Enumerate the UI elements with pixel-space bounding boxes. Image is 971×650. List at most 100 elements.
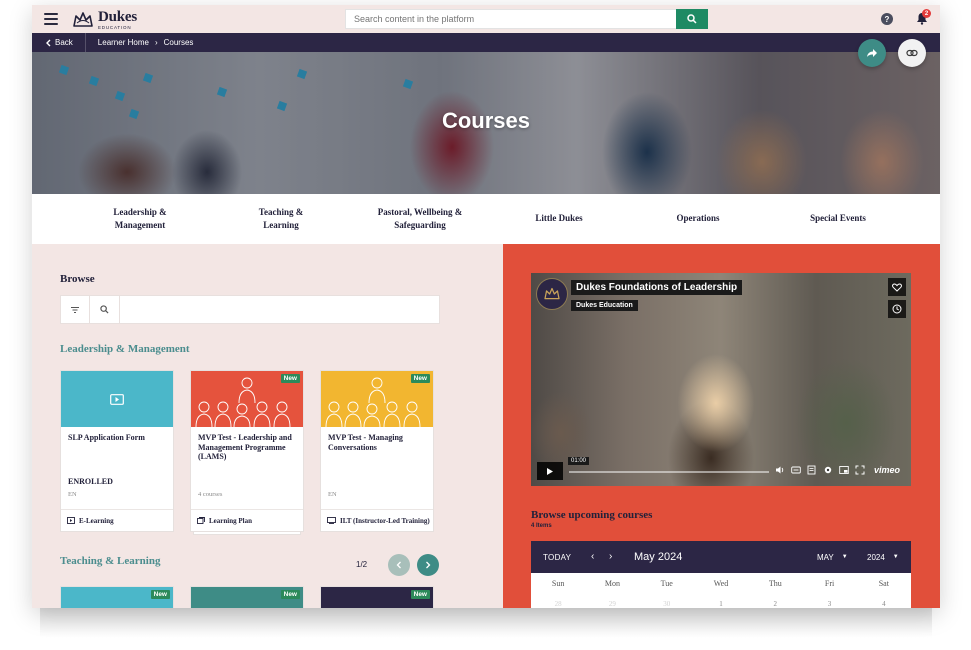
calendar-date[interactable]: 3 (802, 600, 856, 608)
player-toolbar: vimeo (775, 465, 900, 475)
category-special-events[interactable]: Special Events (798, 194, 878, 244)
prev-month-icon[interactable]: ‹ (591, 551, 594, 562)
breadcrumb-divider (84, 33, 86, 52)
calendar-date[interactable]: 2 (748, 600, 802, 608)
heart-icon (892, 282, 902, 292)
video-play-icon (110, 393, 124, 405)
calendar-week-row: 28 29 30 1 2 3 4 (531, 593, 911, 608)
breadcrumb-courses[interactable]: Courses (164, 38, 194, 47)
caret-down-icon: ▼ (892, 554, 899, 560)
card-thumbnail: New (191, 371, 303, 427)
fullscreen-icon[interactable] (855, 465, 865, 475)
settings-gear-icon[interactable] (823, 465, 833, 475)
hero-photo-detail (88, 75, 100, 87)
calendar-month-label: May 2024 (634, 551, 683, 563)
channel-avatar[interactable] (536, 278, 568, 310)
card-type-label: ILT (Instructor-Led Training) (340, 516, 430, 525)
volume-icon[interactable] (775, 465, 785, 475)
hero-photo-detail (114, 90, 126, 102)
course-card-teaching-1[interactable]: New (60, 586, 174, 608)
video-progress-bar[interactable] (569, 471, 769, 473)
captions-icon[interactable] (791, 465, 801, 475)
calendar-weekdays: Sun Mon Tue Wed Thu Fri Sat (531, 573, 911, 593)
new-badge: New (280, 590, 300, 599)
card-title: MVP Test - Leadership and Management Pro… (198, 433, 292, 462)
back-button[interactable]: Back (45, 38, 73, 47)
hero-photo-detail (296, 68, 308, 80)
share-button[interactable] (858, 39, 886, 67)
chevron-right-icon (426, 561, 431, 569)
category-leadership-management[interactable]: Leadership & Management (104, 194, 176, 244)
breadcrumb: Back Learner Home › Courses (32, 33, 940, 52)
copy-link-button[interactable] (898, 39, 926, 67)
clock-icon (892, 304, 902, 314)
chevron-left-icon (396, 561, 401, 569)
calendar-date[interactable]: 29 (585, 600, 639, 608)
search-button[interactable] (676, 9, 708, 29)
play-icon (547, 467, 553, 475)
video-player[interactable]: Dukes Foundations of Leadership Dukes Ed… (531, 273, 911, 486)
category-pastoral-wellbeing[interactable]: Pastoral, Wellbeing & Safeguarding (377, 194, 463, 244)
filter-icon (71, 306, 79, 313)
card-type: ILT (Instructor-Led Training) (321, 509, 433, 531)
browse-search-input[interactable] (120, 296, 439, 323)
play-button[interactable] (537, 462, 563, 480)
category-little-dukes[interactable]: Little Dukes (527, 194, 591, 244)
dukes-logo[interactable]: Dukes EDUCATION (72, 8, 138, 30)
category-teaching-learning[interactable]: Teaching & Learning (250, 194, 312, 244)
weekday-label: Mon (604, 578, 620, 588)
help-icon[interactable]: ? (881, 13, 893, 25)
carousel-prev-button[interactable] (388, 554, 410, 576)
browse-search-button[interactable] (90, 296, 120, 323)
video-time: 01:00 (568, 457, 590, 465)
course-card-lams[interactable]: New MVP Test - Leadership and Management… (190, 370, 304, 532)
app-window: Dukes EDUCATION ? 2 Back Learner Home › … (32, 5, 940, 608)
video-title[interactable]: Dukes Foundations of Leadership (571, 280, 743, 295)
logo-name: Dukes (98, 8, 138, 25)
new-badge: New (410, 590, 430, 599)
page-shadow (40, 608, 932, 638)
breadcrumb-learner-home[interactable]: Learner Home (98, 38, 149, 47)
weekday-label: Sun (551, 578, 565, 588)
search-icon (100, 305, 109, 314)
watch-later-button[interactable] (888, 300, 906, 318)
card-language: EN (328, 491, 337, 498)
calendar-date[interactable]: 30 (640, 600, 694, 608)
transcript-icon[interactable] (807, 465, 817, 475)
video-channel[interactable]: Dukes Education (571, 300, 638, 311)
card-language: EN (68, 491, 77, 498)
card-status (191, 477, 303, 491)
course-card-teaching-3[interactable]: New (320, 586, 434, 608)
browse-title: Browse (60, 273, 95, 285)
like-button[interactable] (888, 278, 906, 296)
today-button[interactable]: TODAY (543, 553, 571, 562)
calendar-date[interactable]: 4 (857, 600, 911, 608)
year-select[interactable]: 2024 ▼ (867, 553, 899, 562)
top-header: Dukes EDUCATION ? 2 (32, 5, 940, 33)
section-title-teaching: Teaching & Learning (60, 555, 161, 567)
calendar-date[interactable]: 1 (694, 600, 748, 608)
page-title: Courses (441, 108, 531, 133)
section-title-leadership: Leadership & Management (60, 343, 190, 355)
course-card-teaching-2[interactable]: New (190, 586, 304, 608)
hero-banner: Courses (32, 52, 940, 194)
vimeo-logo[interactable]: vimeo (874, 465, 900, 475)
card-title: SLP Application Form (68, 433, 145, 442)
category-operations[interactable]: Operations (666, 194, 730, 244)
course-card-managing-conversations[interactable]: New MVP Test - Managing Conversations EN… (320, 370, 434, 532)
next-month-icon[interactable]: › (609, 551, 612, 562)
filter-button[interactable] (61, 296, 90, 323)
caret-down-icon: ▼ (841, 554, 848, 560)
weekday-label: Tue (660, 578, 673, 588)
global-search-input[interactable] (345, 9, 676, 29)
month-select[interactable]: MAY ▼ (817, 553, 848, 562)
course-card-slp[interactable]: SLP Application Form ENROLLED EN E-Learn… (60, 370, 174, 532)
upcoming-courses-count: 4 Items (531, 523, 552, 529)
weekday-label: Fri (824, 578, 835, 588)
calendar-date[interactable]: 28 (531, 600, 585, 608)
picture-in-picture-icon[interactable] (839, 465, 849, 475)
global-search (345, 9, 708, 29)
hamburger-menu-icon[interactable] (44, 13, 58, 25)
carousel-next-button[interactable] (417, 554, 439, 576)
card-type: Learning Plan (191, 509, 303, 531)
